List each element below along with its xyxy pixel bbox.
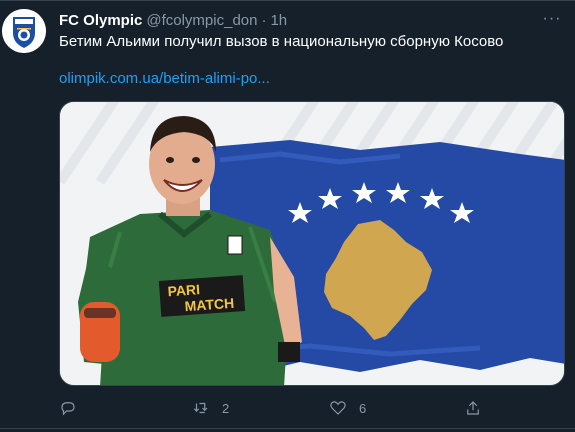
olympic-logo-icon bbox=[2, 9, 46, 53]
user-handle[interactable]: @fcolympic_don bbox=[146, 12, 257, 29]
separator-dot: · bbox=[261, 11, 267, 29]
retweet-icon bbox=[193, 402, 208, 414]
avatar[interactable] bbox=[2, 9, 46, 53]
reply-button[interactable] bbox=[59, 396, 89, 420]
club-badge-icon bbox=[227, 235, 243, 255]
tweet-header: FC Olympic @fcolympic_don · 1h bbox=[59, 10, 287, 30]
share-button[interactable] bbox=[464, 396, 482, 420]
timestamp[interactable]: 1h bbox=[270, 12, 287, 29]
like-icon bbox=[330, 401, 346, 415]
top-divider bbox=[0, 0, 575, 1]
retweet-button[interactable]: 2 bbox=[192, 396, 229, 420]
like-count: 6 bbox=[359, 400, 367, 416]
share-icon bbox=[467, 401, 479, 415]
tweet-text: Бетим Альими получил вызов в национальну… bbox=[59, 33, 504, 50]
retweet-count: 2 bbox=[222, 400, 230, 416]
bottom-divider bbox=[0, 428, 575, 429]
display-name[interactable]: FC Olympic bbox=[59, 12, 142, 29]
tweet-media[interactable]: PARI MATCH bbox=[59, 101, 565, 386]
tweet-actions: 2 6 bbox=[59, 396, 499, 420]
tweet-link[interactable]: olimpik.com.ua/betim-alimi-po... bbox=[59, 70, 270, 87]
more-icon[interactable]: ··· bbox=[539, 8, 565, 30]
like-button[interactable]: 6 bbox=[329, 396, 366, 420]
media-image: PARI MATCH bbox=[60, 102, 564, 385]
reply-icon bbox=[61, 402, 75, 416]
